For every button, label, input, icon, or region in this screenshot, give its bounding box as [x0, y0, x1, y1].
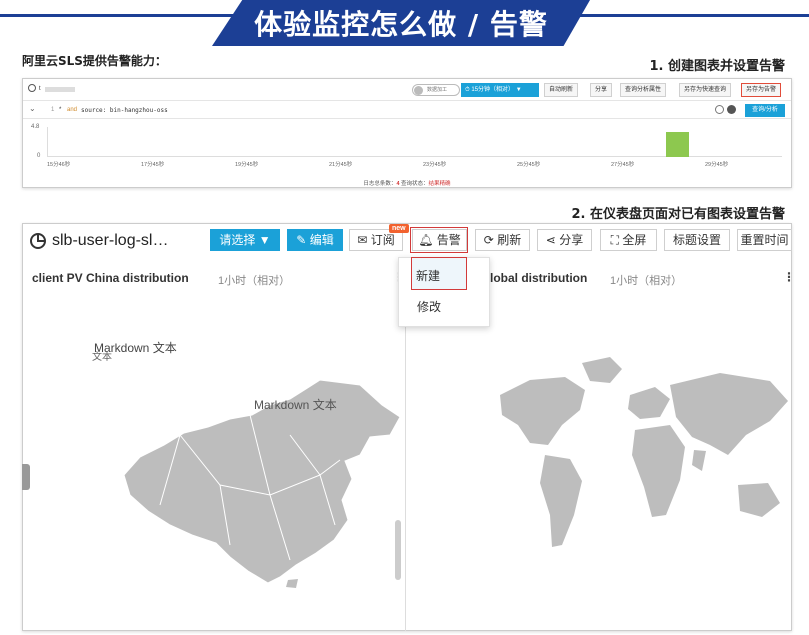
x-tick-label: 23分45秒 — [423, 162, 447, 168]
query-text: source: bin-hangzhou-oss — [81, 107, 168, 114]
data-transform-toggle[interactable]: 数据加工 — [412, 84, 460, 96]
query-status-value: 结果精确 — [428, 181, 451, 187]
title-settings-button[interactable]: 标题设置 — [664, 229, 730, 251]
share-button[interactable]: 分享 — [590, 83, 613, 97]
share-dashboard-button[interactable]: ⋖ 分享 — [537, 229, 592, 251]
logstore-name: t — [39, 86, 41, 92]
markdown-text-overlap: 文本 — [92, 352, 112, 363]
log-histogram — [47, 127, 782, 157]
reset-time-button[interactable]: 重置时间 — [737, 229, 792, 251]
fullscreen-icon: ⛶ — [610, 233, 623, 247]
log-count-label: 日志总条数： — [363, 181, 397, 187]
refresh-icon: ⟳ — [483, 233, 498, 247]
dashboard-title: slb-user-log-sl… — [52, 232, 169, 249]
alarm-modify-option[interactable]: 修改 — [417, 298, 441, 315]
query-status-label: 查询状态： — [401, 181, 429, 187]
x-tick-label: 29分45秒 — [705, 162, 729, 168]
query-toolbar: t 数据加工 ⏱ 15分钟（相对） ▼ 自动刷新 分享 查询分析属性 另存为快速… — [23, 79, 791, 101]
collapse-chevron-icon[interactable]: ⌄ — [29, 104, 36, 113]
dashboard-pie-icon — [30, 233, 46, 249]
query-analyze-button[interactable]: 查询/分析 — [745, 104, 785, 117]
x-tick-label: 25分45秒 — [517, 162, 541, 168]
widget-menu-icon-global[interactable]: ⋮ — [783, 270, 795, 284]
widget-time-global: 1小时（相对） — [610, 275, 683, 287]
widget-title-china: client PV China distribution — [32, 271, 189, 285]
y-tick-max: 4.8 — [31, 124, 40, 130]
widget-scrollbar[interactable] — [395, 520, 401, 580]
x-tick-label: 15分46秒 — [47, 162, 71, 168]
mail-icon: ✉ — [357, 233, 371, 247]
settings-icon[interactable] — [715, 105, 724, 114]
save-quick-query-button[interactable]: 另存为快速查询 — [679, 83, 732, 97]
share-label: 分享 — [559, 233, 584, 247]
histogram-bar[interactable] — [665, 132, 689, 157]
title-banner: 体验监控怎么做 / 告警 — [212, 0, 590, 46]
log-count-value: 4 — [396, 181, 400, 187]
logstore-name-blurred — [45, 87, 75, 92]
auto-refresh-button[interactable]: 自动刷新 — [544, 83, 579, 97]
step-1-caption: 1. 创建图表并设置告警 — [649, 59, 785, 74]
slide-title: 体验监控怎么做 / 告警 — [254, 8, 548, 41]
widget-title-global: lobal distribution — [490, 271, 588, 285]
caret-down-icon: ▼ — [514, 87, 522, 93]
x-tick-label: 27分45秒 — [611, 162, 635, 168]
query-star: * — [59, 107, 62, 113]
refresh-label: 刷新 — [497, 233, 522, 247]
select-dropdown-button[interactable]: 请选择 ▼ — [210, 229, 280, 251]
line-number: 1 — [51, 107, 55, 113]
search-icon — [28, 84, 36, 92]
help-icon[interactable] — [727, 105, 736, 114]
markdown-text-2: Markdown 文本 — [254, 398, 337, 412]
query-and-keyword: and — [67, 107, 78, 113]
query-editor[interactable]: ⌄ 1 * and source: bin-hangzhou-oss — [23, 101, 791, 119]
new-badge: new — [389, 224, 409, 233]
subscribe-label: 订阅 — [370, 233, 395, 247]
step-2-caption: 2. 在仪表盘页面对已有图表设置告警 — [571, 207, 785, 222]
pencil-icon: ✎ — [296, 233, 310, 247]
fullscreen-button[interactable]: ⛶ 全屏 — [600, 229, 657, 251]
x-tick-label: 17分45秒 — [141, 162, 165, 168]
edit-label: 编辑 — [309, 233, 334, 247]
save-as-alarm-button[interactable]: 另存为告警 — [741, 83, 782, 97]
slide-header: 体验监控怎么做 / 告警 — [0, 0, 809, 48]
fullscreen-label: 全屏 — [622, 233, 647, 247]
refresh-button[interactable]: ⟳ 刷新 — [475, 229, 530, 251]
x-tick-label: 21分45秒 — [329, 162, 353, 168]
world-map — [500, 357, 788, 547]
query-properties-button[interactable]: 查询分析属性 — [620, 83, 667, 97]
log-query-panel: t 数据加工 ⏱ 15分钟（相对） ▼ 自动刷新 分享 查询分析属性 另存为快速… — [22, 78, 792, 188]
query-status-footer: 日志总条数：4 查询状态：结果精确 — [23, 179, 791, 187]
alarm-new-option-label[interactable]: 新建 — [416, 267, 440, 284]
time-range-label: 15分钟（相对） — [471, 87, 515, 93]
share-icon: ⋖ — [545, 233, 560, 247]
x-tick-label: 19分45秒 — [235, 162, 259, 168]
slide-subtitle: 阿里云SLS提供告警能力： — [22, 54, 167, 68]
edit-button[interactable]: ✎ 编辑 — [287, 229, 343, 251]
sidebar-collapse-handle[interactable] — [22, 464, 30, 490]
alarm-button-highlight — [410, 227, 468, 253]
time-range-button[interactable]: ⏱ 15分钟（相对） ▼ — [461, 83, 539, 97]
widget-time-china: 1小时（相对） — [218, 275, 291, 287]
y-tick-zero: 0 — [37, 153, 41, 159]
